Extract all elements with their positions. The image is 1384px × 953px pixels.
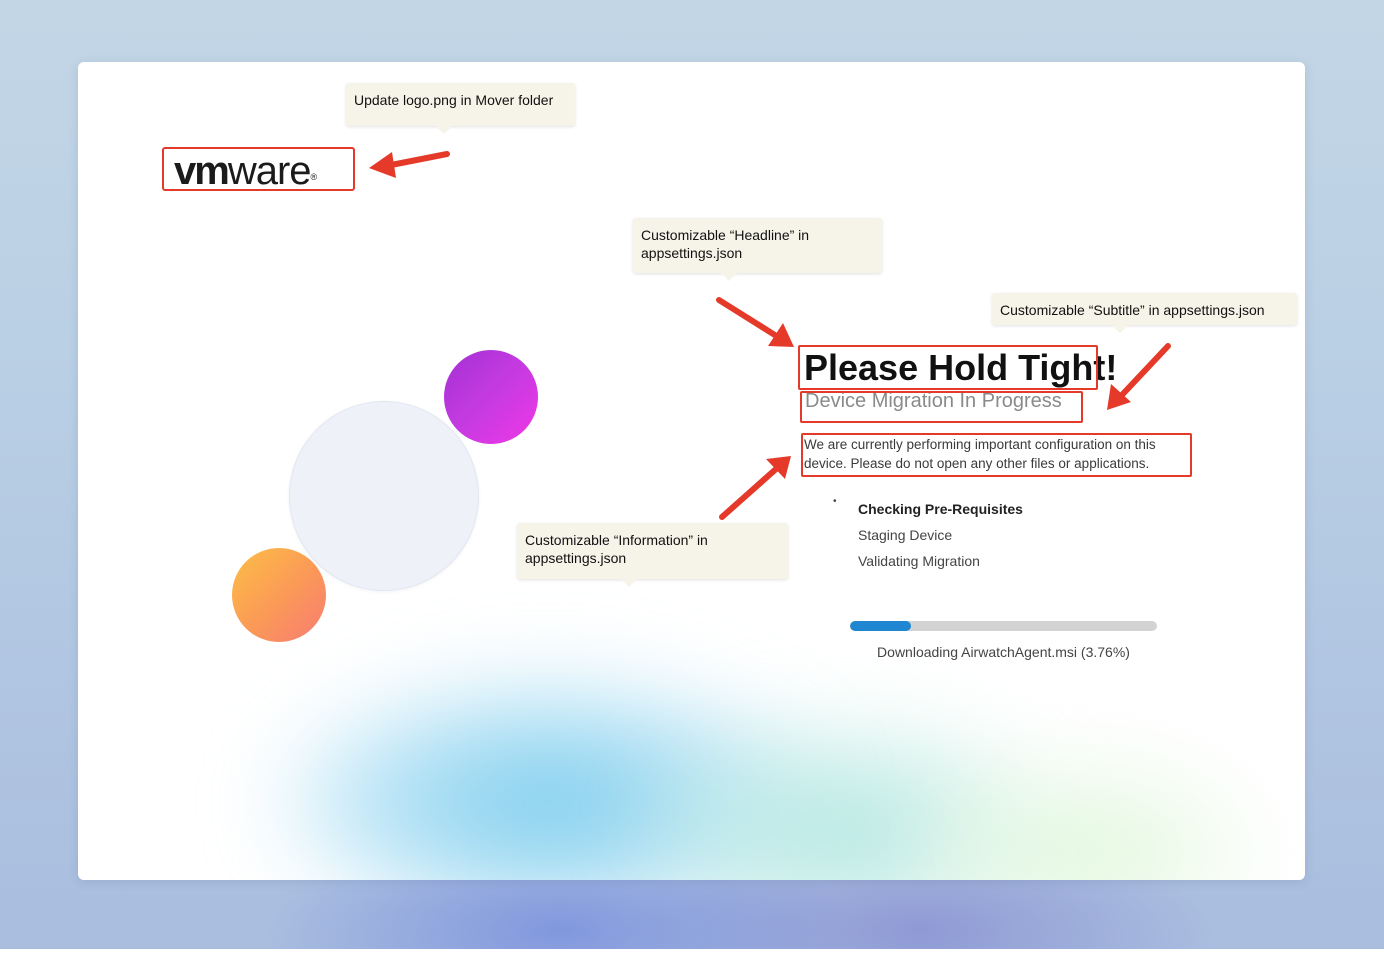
decorative-circle-purple: [444, 350, 538, 444]
headline-highlight: [798, 345, 1098, 390]
vmware-logo: vmware®: [174, 149, 318, 193]
callout-subtitle: Customizable “Subtitle” in appsettings.j…: [992, 293, 1297, 333]
logo-vm-text: vm: [174, 149, 230, 193]
callout-tail: [1112, 325, 1128, 333]
callout-logo: Update logo.png in Mover folder: [346, 83, 575, 134]
subtitle-highlight: [800, 391, 1083, 423]
migration-window: vmware® Please Hold Tight! Device Migrat…: [78, 62, 1305, 880]
progress-bar-fill: [850, 621, 912, 631]
callout-subtitle-text: Customizable “Subtitle” in appsettings.j…: [1000, 302, 1265, 318]
callout-tail: [436, 126, 452, 134]
callout-tail: [621, 579, 637, 587]
callout-tail: [721, 273, 737, 281]
logo-ware-text: ware: [227, 149, 312, 193]
logo-registered-mark: ®: [310, 172, 318, 182]
callout-headline-text: Customizable “Headline” in appsettings.j…: [641, 227, 810, 261]
step-indicator-dot: •: [833, 496, 837, 507]
callout-headline: Customizable “Headline” in appsettings.j…: [633, 218, 882, 281]
callout-information: Customizable “Information” in appsetting…: [517, 523, 788, 587]
decorative-circle-orange: [232, 548, 326, 642]
logo-highlight: vmware®: [162, 147, 355, 191]
progress-bar: [850, 621, 1157, 631]
callout-information-text: Customizable “Information” in appsetting…: [525, 532, 708, 566]
step-item-validating-migration: Validating Migration: [858, 553, 980, 569]
decorative-circle-large: [290, 402, 478, 590]
progress-status-text: Downloading AirwatchAgent.msi (3.76%): [877, 644, 1130, 660]
information-highlight: [801, 433, 1192, 477]
step-list: Checking Pre-Requisites Staging Device V…: [858, 496, 1023, 574]
callout-logo-text: Update logo.png in Mover folder: [354, 92, 554, 108]
step-item-checking-prerequisites: Checking Pre-Requisites: [858, 501, 1023, 517]
step-item-staging-device: Staging Device: [858, 527, 953, 543]
bottom-strip: [0, 949, 1384, 953]
